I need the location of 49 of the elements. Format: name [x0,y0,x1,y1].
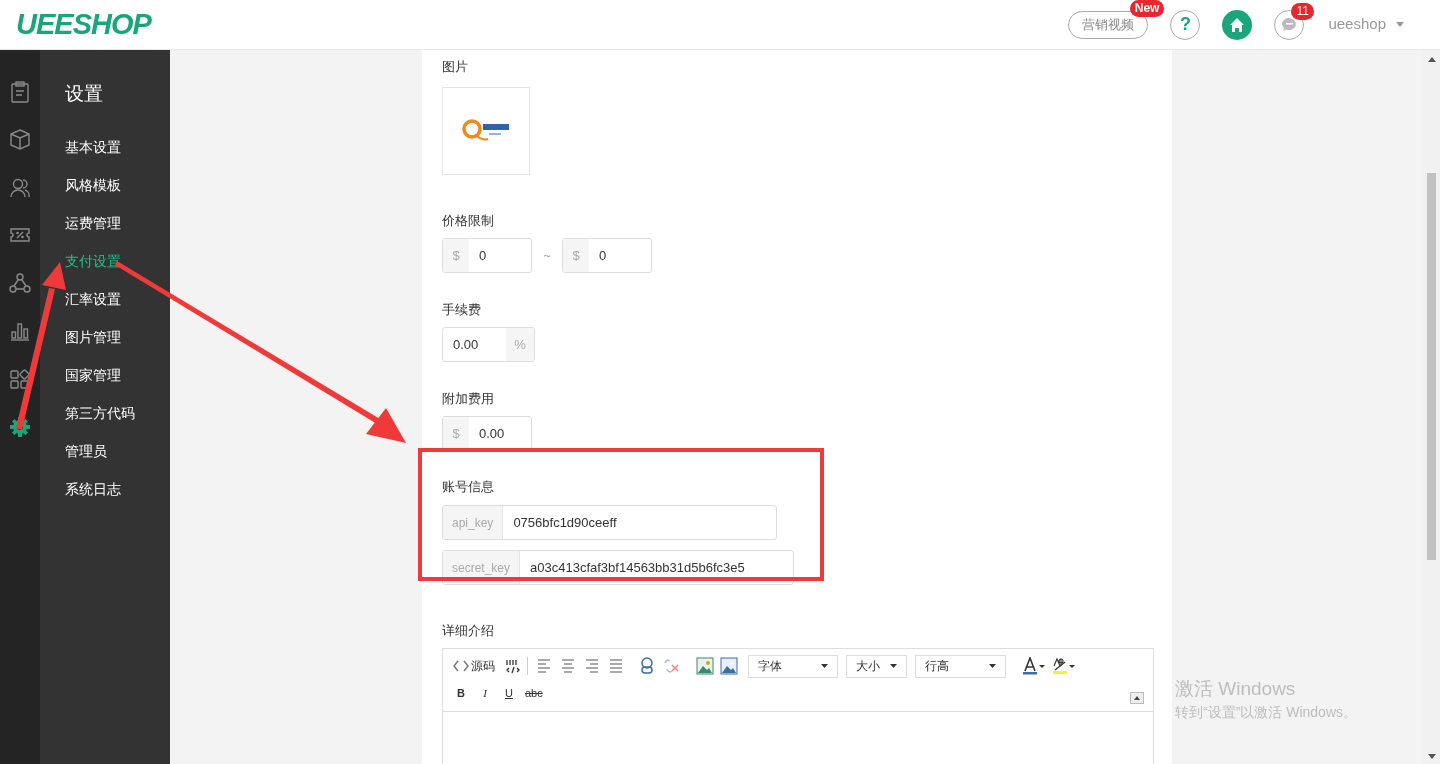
select-field[interactable]: 大小 [846,654,907,678]
field-label: 手续费 [442,302,482,318]
users-icon[interactable] [9,176,31,200]
select-field[interactable]: 字体 [748,654,838,678]
home-icon[interactable] [1222,9,1253,40]
menu-item[interactable]: 管理员 [65,432,170,470]
italic-button[interactable]: I [477,684,493,702]
unlink-icon[interactable] [662,657,680,675]
menu-item[interactable]: 国家管理 [65,356,170,394]
range-separator: ~ [542,247,552,265]
collapse-icon[interactable] [1130,692,1144,704]
new-badge: New [1129,0,1165,17]
menu-item[interactable]: 风格模板 [65,166,170,204]
highlight-icon[interactable] [1052,657,1076,675]
menu-item[interactable]: 系统日志 [65,470,170,508]
scrollbar-thumb[interactable] [1427,173,1436,560]
select-field[interactable]: 行高 [915,654,1006,678]
field-label: 图片 [442,59,469,75]
underline-button[interactable]: U [501,684,517,702]
image-icon[interactable] [720,657,738,675]
menu-item[interactable]: 运费管理 [65,204,170,242]
count-badge: 11 [1291,2,1314,20]
menu-item[interactable]: 基本设置 [65,128,170,166]
menu-item[interactable]: 汇率设置 [65,280,170,318]
caret-icon [1396,22,1404,27]
clipboard-icon[interactable] [9,80,31,104]
field-label: 附加费用 [442,391,495,407]
caret-icon [989,664,996,668]
field-label: 详细介绍 [442,623,495,639]
bold-button[interactable]: B [453,684,469,702]
apps-icon[interactable] [9,368,31,392]
field-label: 账号信息 [442,479,495,495]
menu-title: 设置 [65,82,104,106]
box-icon[interactable] [9,128,31,152]
image-icon[interactable] [696,657,714,675]
network-icon[interactable] [9,272,31,296]
field-label: 价格限制 [442,213,495,229]
caret-icon [890,664,897,668]
bar-chart-icon[interactable] [9,320,31,344]
menu-item[interactable]: 第三方代码 [65,394,170,432]
source-button[interactable]: 源码 [453,657,495,675]
scroll-down-icon[interactable] [1427,754,1436,759]
strikethrough-button[interactable]: abc [525,684,541,702]
html-icon[interactable] [505,658,521,674]
font-color-icon[interactable] [1022,657,1046,675]
scroll-up-icon[interactable] [1427,57,1436,62]
menu-item[interactable]: 图片管理 [65,318,170,356]
source-icon [453,658,469,674]
caret-icon [821,664,828,668]
